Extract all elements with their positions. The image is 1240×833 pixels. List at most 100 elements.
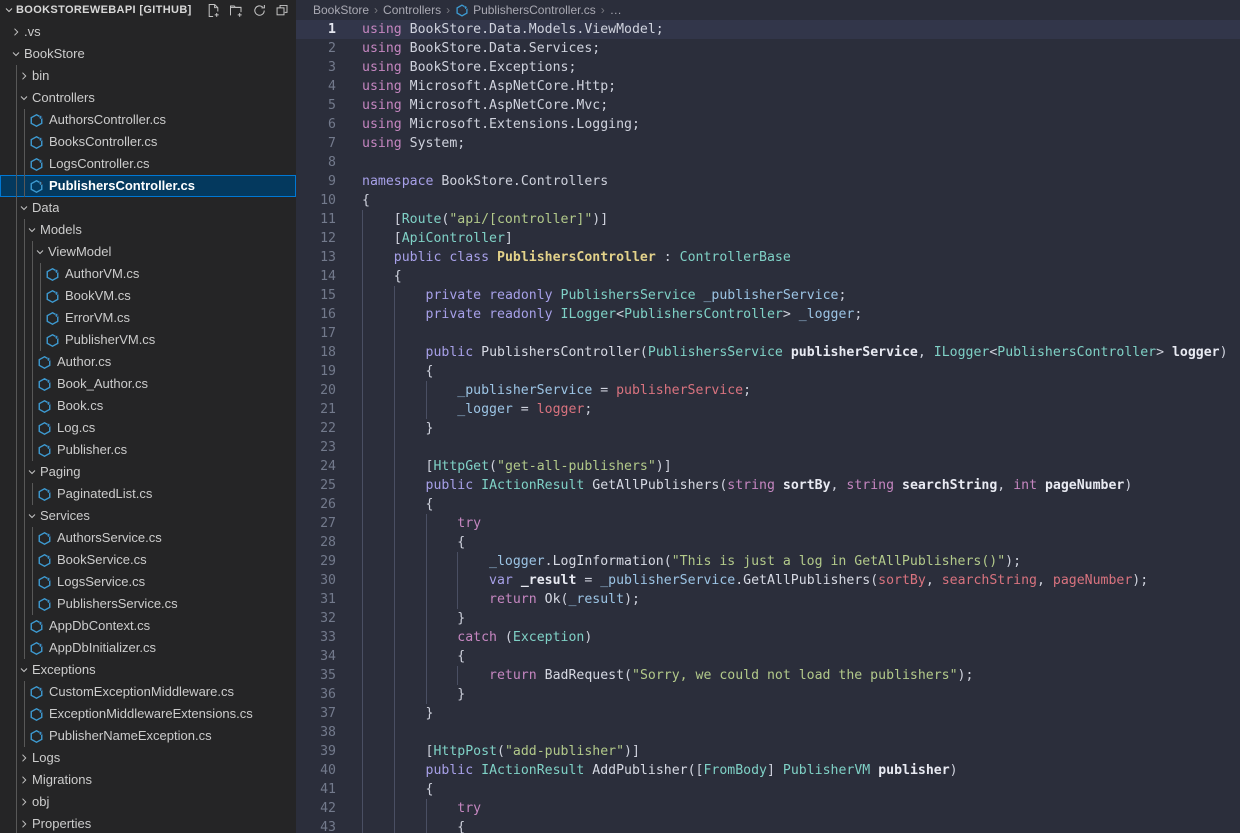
code-line[interactable]: 19 { <box>296 362 1240 381</box>
tree-file[interactable]: ExceptionMiddlewareExtensions.cs <box>0 703 296 725</box>
code-line[interactable]: 35 return BadRequest("Sorry, we could no… <box>296 666 1240 685</box>
chevron-down-icon[interactable] <box>8 43 24 65</box>
code-line[interactable]: 17 <box>296 324 1240 343</box>
tree-folder[interactable]: Controllers <box>0 87 296 109</box>
breadcrumb-item[interactable]: … <box>610 3 622 17</box>
tree-folder[interactable]: Data <box>0 197 296 219</box>
tree-file[interactable]: PublishersController.cs <box>0 175 296 197</box>
new-file-button[interactable] <box>205 2 221 18</box>
tree-file[interactable]: LogsController.cs <box>0 153 296 175</box>
chevron-right-icon[interactable] <box>16 769 32 791</box>
code-line[interactable]: 32 } <box>296 609 1240 628</box>
tree-file[interactable]: BookVM.cs <box>0 285 296 307</box>
code-line[interactable]: 33 catch (Exception) <box>296 628 1240 647</box>
chevron-right-icon[interactable] <box>16 65 32 87</box>
tree-file[interactable]: PublisherVM.cs <box>0 329 296 351</box>
refresh-explorer-button[interactable] <box>251 2 267 18</box>
code-line[interactable]: 10 { <box>296 191 1240 210</box>
breadcrumb-item[interactable]: Controllers <box>383 3 441 17</box>
new-folder-button[interactable] <box>228 2 244 18</box>
code-line[interactable]: 21 _logger = logger; <box>296 400 1240 419</box>
tree-folder[interactable]: Models <box>0 219 296 241</box>
tree-file[interactable]: Publisher.cs <box>0 439 296 461</box>
chevron-down-icon[interactable] <box>32 241 48 263</box>
code-line[interactable]: 12 [ApiController] <box>296 229 1240 248</box>
code-line[interactable]: 6 using Microsoft.Extensions.Logging; <box>296 115 1240 134</box>
code-line[interactable]: 11 [Route("api/[controller]")] <box>296 210 1240 229</box>
tree-file[interactable]: PublisherNameException.cs <box>0 725 296 747</box>
chevron-right-icon[interactable] <box>16 747 32 769</box>
tree-file[interactable]: AuthorsController.cs <box>0 109 296 131</box>
code-line[interactable]: 8 <box>296 153 1240 172</box>
tree-file[interactable]: Book_Author.cs <box>0 373 296 395</box>
chevron-down-icon[interactable] <box>2 3 16 17</box>
code-line[interactable]: 25 public IActionResult GetAllPublishers… <box>296 476 1240 495</box>
code-line[interactable]: 2 using BookStore.Data.Services; <box>296 39 1240 58</box>
file-tree[interactable]: .vs BookStore bin Controllers AuthorsControl… <box>0 20 296 833</box>
code-line[interactable]: 38 <box>296 723 1240 742</box>
chevron-down-icon[interactable] <box>16 659 32 681</box>
code-line[interactable]: 9 namespace BookStore.Controllers <box>296 172 1240 191</box>
code-content[interactable]: 1 using BookStore.Data.Models.ViewModel; 2… <box>296 20 1240 833</box>
tree-file[interactable]: PaginatedList.cs <box>0 483 296 505</box>
code-line[interactable]: 34 { <box>296 647 1240 666</box>
tree-file[interactable]: Log.cs <box>0 417 296 439</box>
tree-folder[interactable]: Exceptions <box>0 659 296 681</box>
chevron-down-icon[interactable] <box>24 461 40 483</box>
code-line[interactable]: 30 var _result = _publisherService.GetAl… <box>296 571 1240 590</box>
code-line[interactable]: 28 { <box>296 533 1240 552</box>
code-line[interactable]: 40 public IActionResult AddPublisher([Fr… <box>296 761 1240 780</box>
tree-file[interactable]: AuthorVM.cs <box>0 263 296 285</box>
code-line[interactable]: 23 <box>296 438 1240 457</box>
tree-file[interactable]: LogsService.cs <box>0 571 296 593</box>
tree-folder[interactable]: ViewModel <box>0 241 296 263</box>
tree-file[interactable]: PublishersService.cs <box>0 593 296 615</box>
tree-file[interactable]: BooksController.cs <box>0 131 296 153</box>
code-line[interactable]: 22 } <box>296 419 1240 438</box>
tree-file[interactable]: CustomExceptionMiddleware.cs <box>0 681 296 703</box>
tree-folder[interactable]: Services <box>0 505 296 527</box>
code-line[interactable]: 39 [HttpPost("add-publisher")] <box>296 742 1240 761</box>
code-line[interactable]: 16 private readonly ILogger<PublishersCo… <box>296 305 1240 324</box>
tree-file[interactable]: AuthorsService.cs <box>0 527 296 549</box>
tree-file[interactable]: BookService.cs <box>0 549 296 571</box>
chevron-down-icon[interactable] <box>24 219 40 241</box>
tree-folder[interactable]: Migrations <box>0 769 296 791</box>
tree-folder[interactable]: BookStore <box>0 43 296 65</box>
code-line[interactable]: 41 { <box>296 780 1240 799</box>
code-line[interactable]: 18 public PublishersController(Publisher… <box>296 343 1240 362</box>
code-line[interactable]: 36 } <box>296 685 1240 704</box>
code-line[interactable]: 20 _publisherService = publisherService; <box>296 381 1240 400</box>
tree-file[interactable]: Book.cs <box>0 395 296 417</box>
breadcrumb-item[interactable]: PublishersController.cs <box>455 3 596 17</box>
code-line[interactable]: 14 { <box>296 267 1240 286</box>
chevron-down-icon[interactable] <box>16 197 32 219</box>
chevron-down-icon[interactable] <box>24 505 40 527</box>
tree-file[interactable]: Author.cs <box>0 351 296 373</box>
chevron-right-icon[interactable] <box>16 813 32 833</box>
code-line[interactable]: 31 return Ok(_result); <box>296 590 1240 609</box>
tree-file[interactable]: AppDbContext.cs <box>0 615 296 637</box>
chevron-right-icon[interactable] <box>16 791 32 813</box>
code-line[interactable]: 4 using Microsoft.AspNetCore.Http; <box>296 77 1240 96</box>
code-line[interactable]: 24 [HttpGet("get-all-publishers")] <box>296 457 1240 476</box>
tree-folder[interactable]: Logs <box>0 747 296 769</box>
breadcrumb[interactable]: BookStore › Controllers › PublishersControll… <box>296 0 1240 20</box>
code-line[interactable]: 37 } <box>296 704 1240 723</box>
collapse-folders-button[interactable] <box>274 2 290 18</box>
code-line[interactable]: 26 { <box>296 495 1240 514</box>
code-line[interactable]: 13 public class PublishersController : C… <box>296 248 1240 267</box>
code-line[interactable]: 27 try <box>296 514 1240 533</box>
code-line[interactable]: 1 using BookStore.Data.Models.ViewModel; <box>296 20 1240 39</box>
code-line[interactable]: 29 _logger.LogInformation("This is just … <box>296 552 1240 571</box>
code-line[interactable]: 43 { <box>296 818 1240 833</box>
chevron-down-icon[interactable] <box>16 87 32 109</box>
tree-folder[interactable]: obj <box>0 791 296 813</box>
code-line[interactable]: 42 try <box>296 799 1240 818</box>
tree-folder[interactable]: Properties <box>0 813 296 833</box>
code-line[interactable]: 3 using BookStore.Exceptions; <box>296 58 1240 77</box>
explorer-header[interactable]: BOOKSTOREWEBAPI [GITHUB] <box>0 0 296 20</box>
tree-folder[interactable]: .vs <box>0 21 296 43</box>
breadcrumb-item[interactable]: BookStore <box>313 3 369 17</box>
code-line[interactable]: 7 using System; <box>296 134 1240 153</box>
